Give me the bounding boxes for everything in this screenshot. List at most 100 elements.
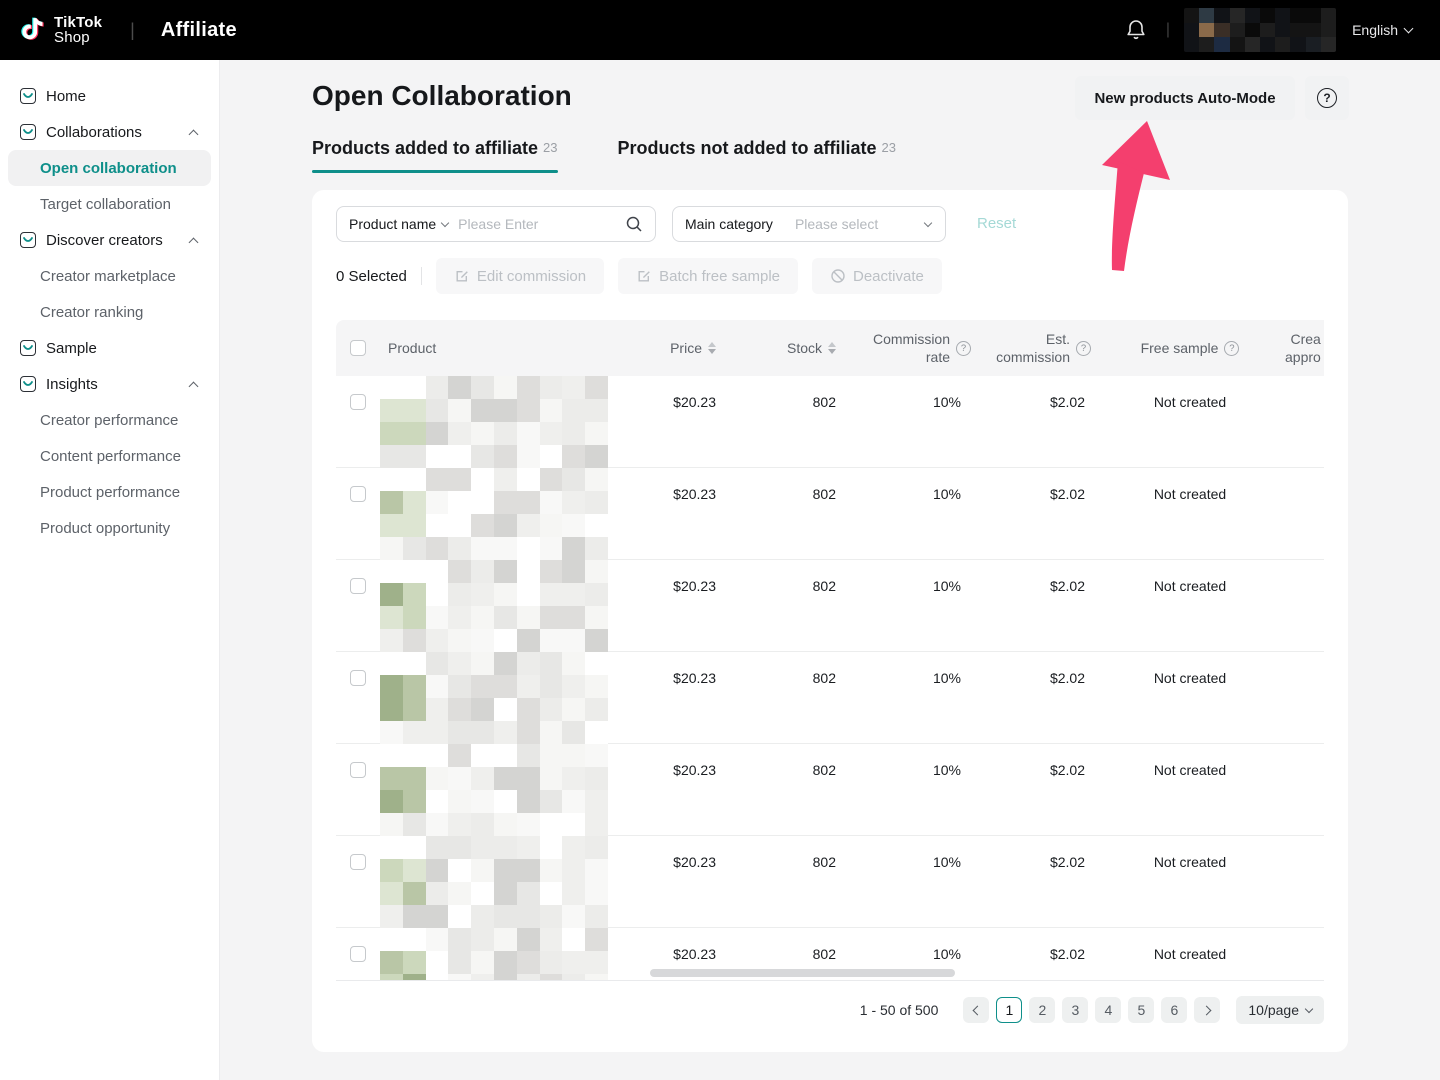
- next-page-button[interactable]: [1194, 997, 1220, 1023]
- sidebar-item-label: Product opportunity: [40, 520, 170, 537]
- sidebar-group-insights[interactable]: Insights: [0, 366, 219, 402]
- price-value: $20.23: [610, 836, 730, 927]
- horizontal-scrollbar-thumb[interactable]: [650, 969, 955, 977]
- sidebar-item-label: Product performance: [40, 484, 180, 501]
- tiktok-note-icon: [20, 13, 50, 47]
- est-commission-value: $2.02: [985, 928, 1105, 981]
- product-search-input[interactable]: [458, 216, 625, 232]
- new-products-auto-mode-button[interactable]: New products Auto-Mode: [1075, 76, 1295, 120]
- sidebar-item-home[interactable]: Home: [0, 78, 219, 114]
- column-header-price[interactable]: Price: [610, 340, 730, 356]
- sidebar-item-label: Sample: [46, 340, 97, 357]
- column-header-est-commission: Est. commission: [985, 330, 1105, 366]
- row-checkbox[interactable]: [350, 854, 366, 870]
- sort-carets-icon[interactable]: [828, 342, 836, 354]
- page-button-2[interactable]: 2: [1029, 997, 1055, 1023]
- product-search-box: Product name: [336, 206, 656, 242]
- est-commission-value: $2.02: [985, 468, 1105, 559]
- row-checkbox[interactable]: [350, 394, 366, 410]
- row-checkbox[interactable]: [350, 762, 366, 778]
- edit-square-icon: [636, 268, 652, 284]
- sidebar-item-label: Creator ranking: [40, 304, 143, 321]
- column-label: Est.: [1046, 331, 1070, 347]
- sidebar-item-creator-performance[interactable]: Creator performance: [0, 402, 219, 438]
- sidebar-item-sample[interactable]: Sample: [0, 330, 219, 366]
- est-commission-value: $2.02: [985, 652, 1105, 743]
- search-icon[interactable]: [625, 215, 643, 233]
- previous-page-button[interactable]: [963, 997, 989, 1023]
- bulk-action-bar: 0 Selected Edit commission Batch free sa…: [336, 258, 956, 294]
- est-commission-value: $2.02: [985, 376, 1105, 467]
- tab-label: Products added to affiliate: [312, 138, 538, 159]
- insights-icon: [20, 376, 36, 392]
- sidebar-item-product-performance[interactable]: Product performance: [0, 474, 219, 510]
- page-button-3[interactable]: 3: [1062, 997, 1088, 1023]
- tab-products-added[interactable]: Products added to affiliate 23: [312, 138, 558, 173]
- column-label: Product: [388, 340, 436, 356]
- stock-value: 802: [730, 652, 850, 743]
- product-thumbnail-blurred[interactable]: [380, 468, 610, 559]
- row-checkbox[interactable]: [350, 946, 366, 962]
- product-thumbnail-blurred[interactable]: [380, 836, 610, 927]
- page-button-1[interactable]: 1: [996, 997, 1022, 1023]
- main-category-select[interactable]: Main category Please select: [672, 206, 946, 242]
- sidebar-item-product-opportunity[interactable]: Product opportunity: [0, 510, 219, 546]
- stock-value: 802: [730, 560, 850, 651]
- product-thumbnail-blurred[interactable]: [380, 928, 610, 981]
- product-thumbnail-blurred[interactable]: [380, 560, 610, 651]
- select-all-checkbox[interactable]: [350, 340, 366, 356]
- help-icon[interactable]: [1076, 341, 1091, 356]
- creator-approval-cell: [1275, 836, 1324, 927]
- topbar-divider: |: [130, 20, 135, 41]
- product-thumbnail-blurred[interactable]: [380, 744, 610, 835]
- table-row: $20.23 802 10% $2.02 Not created: [336, 836, 1324, 928]
- help-icon[interactable]: [956, 341, 971, 356]
- language-selector[interactable]: English: [1352, 22, 1412, 38]
- row-checkbox[interactable]: [350, 486, 366, 502]
- edit-commission-button[interactable]: Edit commission: [436, 258, 604, 294]
- column-header-stock[interactable]: Stock: [730, 340, 850, 356]
- notification-bell-icon[interactable]: [1124, 18, 1148, 42]
- row-checkbox[interactable]: [350, 578, 366, 594]
- blurred-product-image: [380, 560, 608, 652]
- sort-carets-icon[interactable]: [708, 342, 716, 354]
- product-thumbnail-blurred[interactable]: [380, 376, 610, 467]
- sidebar-item-target-collaboration[interactable]: Target collaboration: [0, 186, 219, 222]
- page-button-5[interactable]: 5: [1128, 997, 1154, 1023]
- column-label: Price: [670, 340, 702, 356]
- stock-value: 802: [730, 376, 850, 467]
- free-sample-status: Not created: [1105, 836, 1275, 927]
- product-thumbnail-blurred[interactable]: [380, 652, 610, 743]
- sidebar-item-label: Content performance: [40, 448, 181, 465]
- table-row: $20.23 802 10% $2.02 Not created: [336, 468, 1324, 560]
- chevron-down-icon: [924, 218, 932, 226]
- reset-filters-link[interactable]: Reset: [977, 206, 1016, 242]
- tiktok-shop-logo[interactable]: TikTok Shop: [20, 13, 102, 47]
- deactivate-button[interactable]: Deactivate: [812, 258, 942, 294]
- sidebar-item-content-performance[interactable]: Content performance: [0, 438, 219, 474]
- commission-rate-value: 10%: [850, 560, 985, 651]
- creator-approval-cell: [1275, 744, 1324, 835]
- help-icon[interactable]: [1224, 341, 1239, 356]
- sidebar-item-open-collaboration[interactable]: Open collaboration: [0, 150, 219, 186]
- row-checkbox[interactable]: [350, 670, 366, 686]
- products-table: Product Price Stock Commission rate Est.: [336, 320, 1324, 981]
- page-help-button[interactable]: [1305, 76, 1349, 120]
- sidebar-item-creator-ranking[interactable]: Creator ranking: [0, 294, 219, 330]
- creator-approval-cell: [1275, 468, 1324, 559]
- free-sample-status: Not created: [1105, 376, 1275, 467]
- commission-rate-value: 10%: [850, 836, 985, 927]
- free-sample-status: Not created: [1105, 652, 1275, 743]
- sidebar-item-label: Creator marketplace: [40, 268, 176, 285]
- column-header-commission-rate: Commission rate: [850, 330, 985, 366]
- page-size-select[interactable]: 10/page: [1236, 996, 1324, 1024]
- sidebar-group-collaborations[interactable]: Collaborations: [0, 114, 219, 150]
- sidebar-group-discover-creators[interactable]: Discover creators: [0, 222, 219, 258]
- tab-products-not-added[interactable]: Products not added to affiliate 23: [618, 138, 896, 173]
- page-button-4[interactable]: 4: [1095, 997, 1121, 1023]
- page-button-6[interactable]: 6: [1161, 997, 1187, 1023]
- batch-free-sample-button[interactable]: Batch free sample: [618, 258, 798, 294]
- user-account-blurred[interactable]: [1184, 8, 1336, 52]
- search-field-selector[interactable]: Product name: [349, 216, 436, 232]
- sidebar-item-creator-marketplace[interactable]: Creator marketplace: [0, 258, 219, 294]
